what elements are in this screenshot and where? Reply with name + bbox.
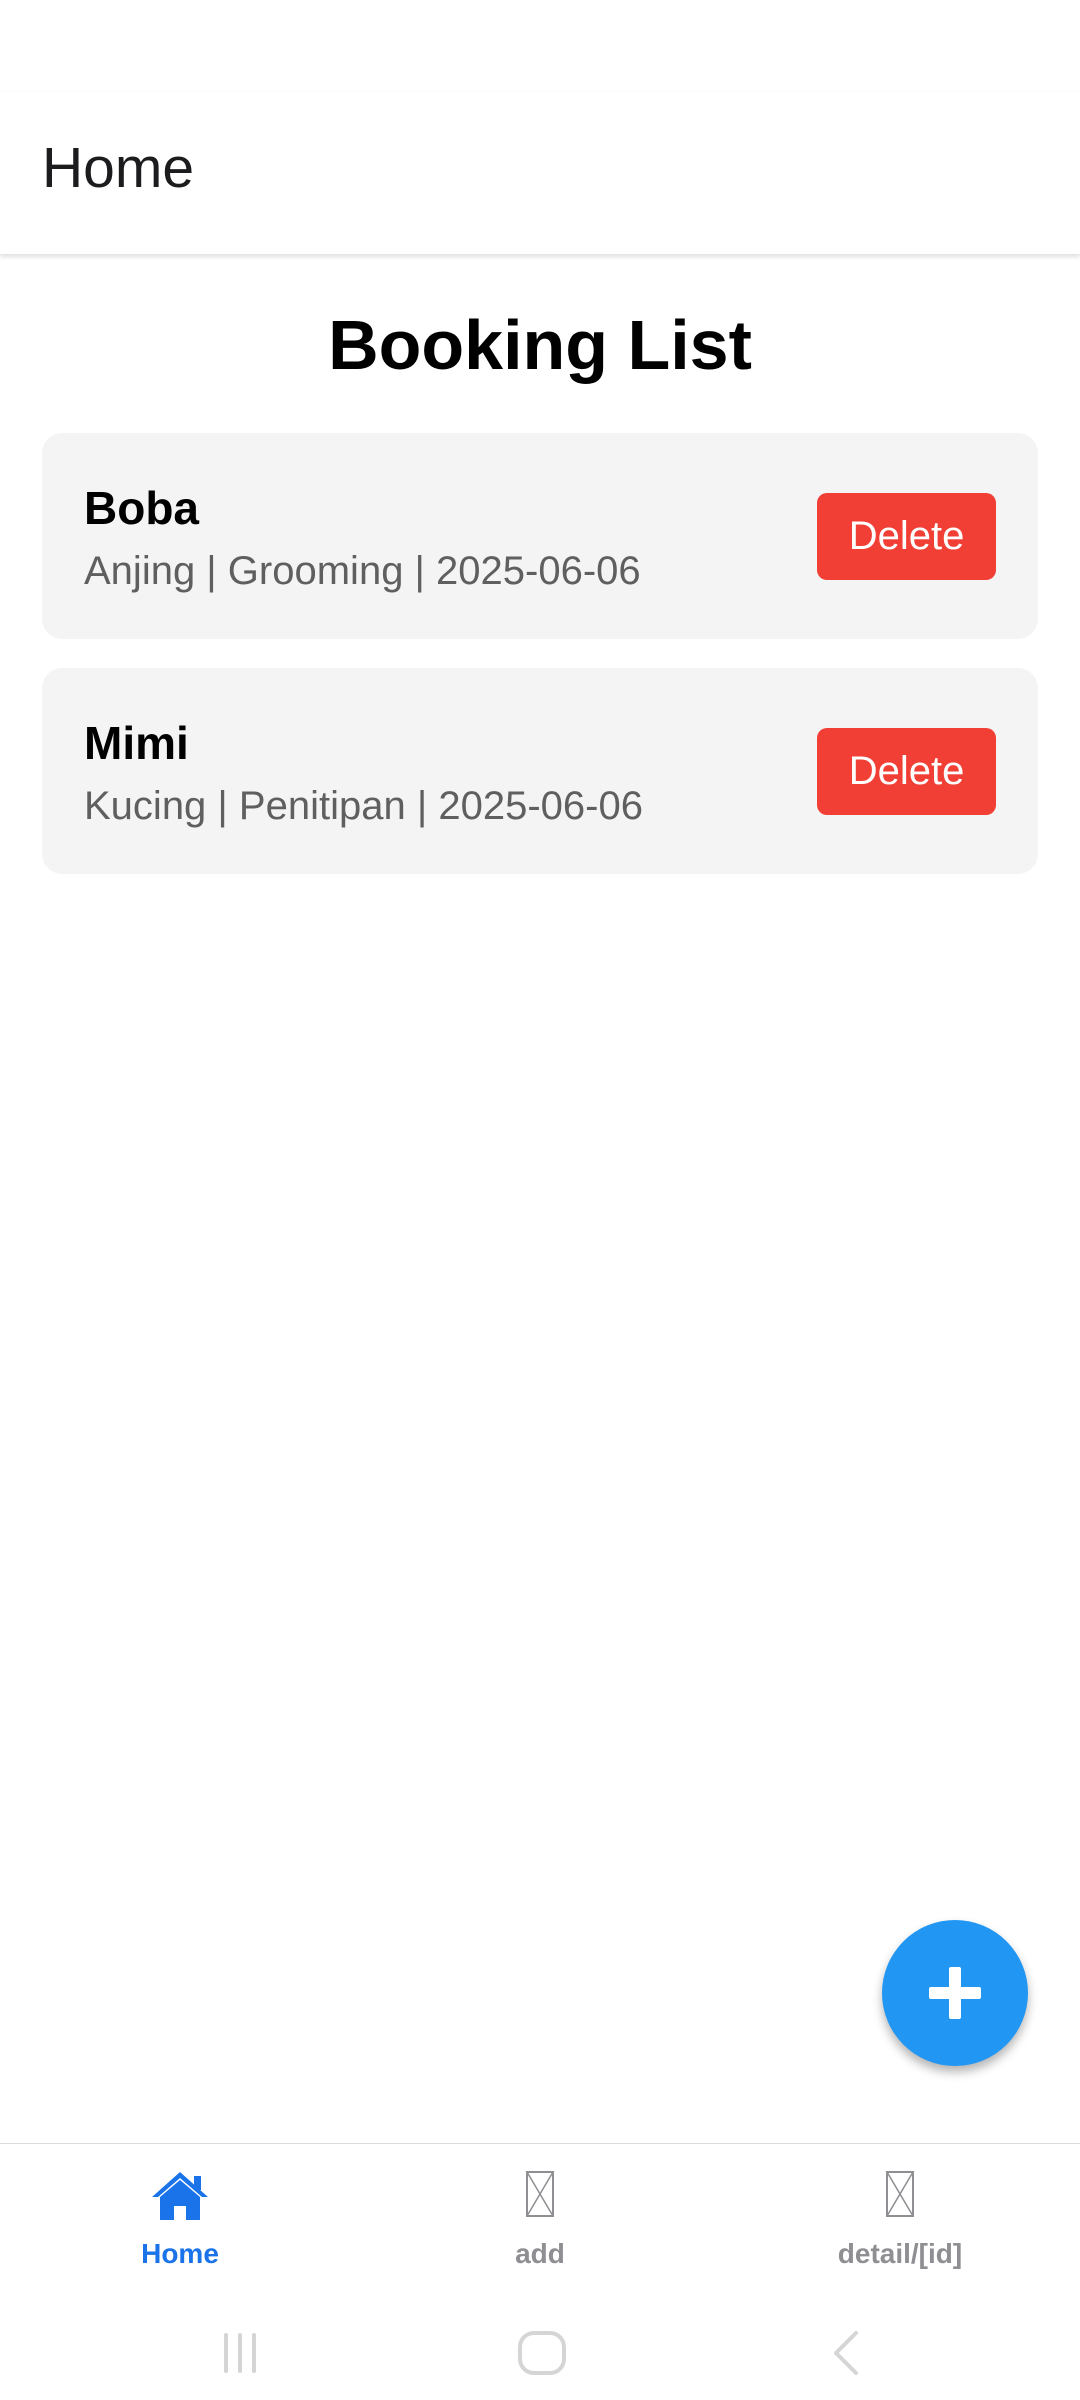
system-navigation-bar: [0, 2305, 1080, 2400]
delete-button[interactable]: Delete: [817, 728, 996, 815]
tab-home[interactable]: Home: [0, 2144, 360, 2306]
add-booking-button[interactable]: [882, 1920, 1028, 2066]
booking-list-screen: Booking List Boba Anjing | Grooming | 20…: [0, 255, 1080, 2143]
home-button-icon[interactable]: [516, 2329, 568, 2377]
plus-icon: [929, 1967, 981, 2019]
booking-details: Anjing | Grooming | 2025-06-06: [84, 549, 641, 593]
tab-label: detail/[id]: [837, 2238, 963, 2269]
tab-label: add: [515, 2238, 565, 2269]
tab-add[interactable]: add: [360, 2144, 720, 2306]
page-title: Booking List: [328, 306, 752, 384]
home-icon: [152, 2172, 208, 2220]
recent-apps-icon[interactable]: [216, 2329, 264, 2377]
back-icon[interactable]: [826, 2329, 866, 2377]
tab-label: Home: [141, 2238, 219, 2269]
missing-image-icon: [526, 2171, 554, 2217]
booking-pet-name: Boba: [84, 482, 199, 534]
app-header: Home: [0, 92, 1080, 255]
booking-pet-name: Mimi: [84, 717, 189, 769]
missing-image-icon: [886, 2171, 914, 2217]
bottom-tab-bar: Home add detail/[id]: [0, 2143, 1080, 2305]
header-title: Home: [42, 136, 195, 200]
status-bar: [0, 0, 1080, 92]
booking-card[interactable]: Mimi Kucing | Penitipan | 2025-06-06 Del…: [42, 668, 1038, 874]
booking-card[interactable]: Boba Anjing | Grooming | 2025-06-06 Dele…: [42, 433, 1038, 639]
tab-detail[interactable]: detail/[id]: [720, 2144, 1080, 2306]
delete-button[interactable]: Delete: [817, 493, 996, 580]
booking-details: Kucing | Penitipan | 2025-06-06: [84, 784, 643, 828]
